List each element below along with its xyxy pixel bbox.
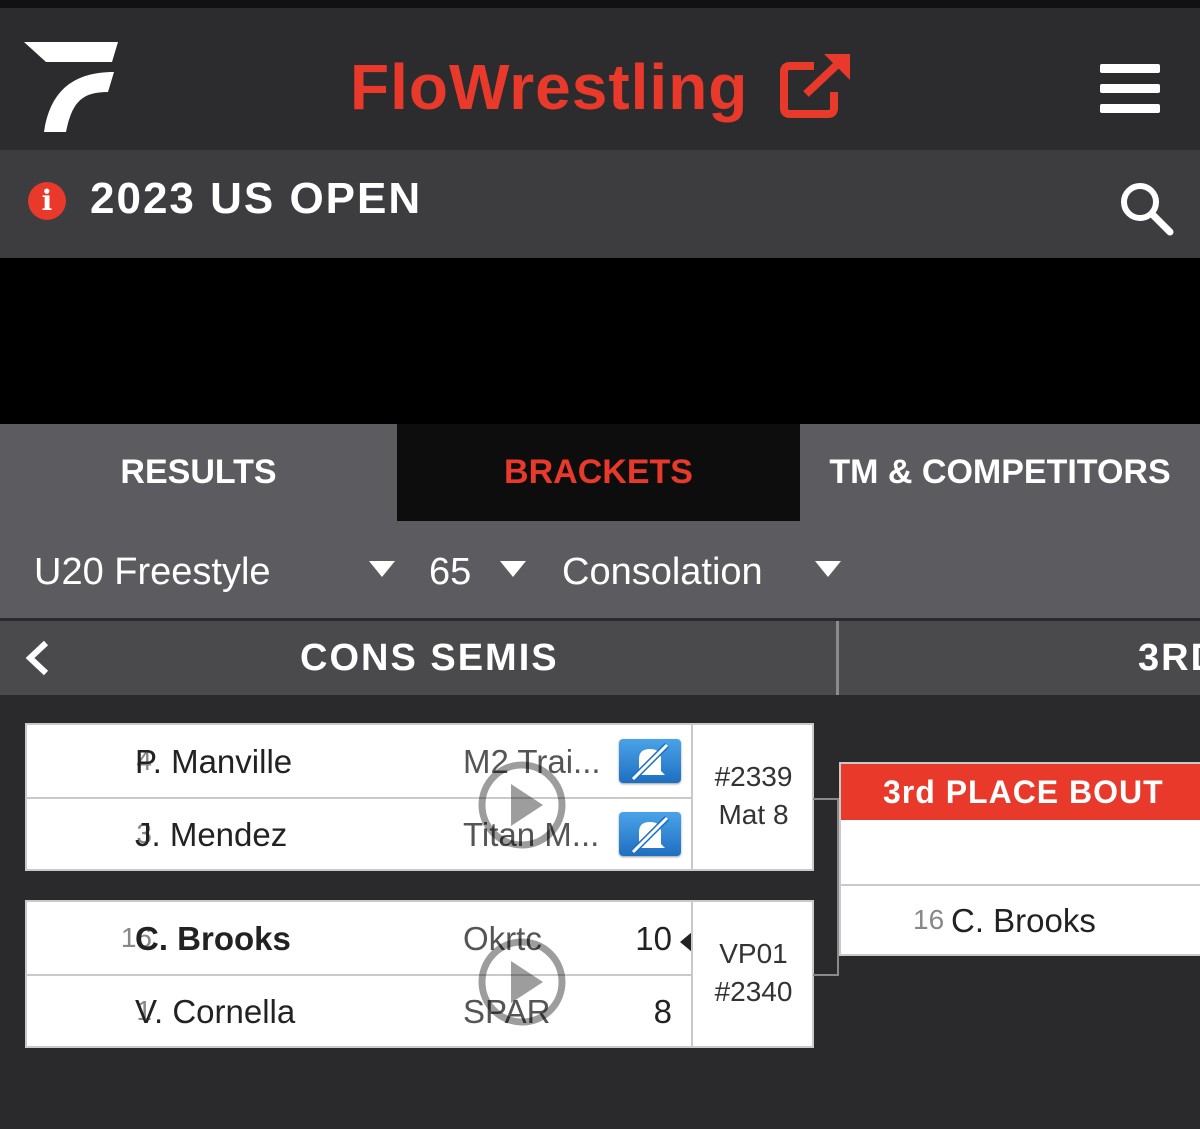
bout-row: 1 V. Cornella SPAR 8 [27, 975, 692, 1047]
search-icon[interactable] [1118, 180, 1174, 236]
bracket-select[interactable]: Consolation [562, 551, 763, 594]
score: 10 [635, 920, 672, 957]
bout-row: 16 C. Brooks Okrtc 10 [27, 902, 692, 976]
seed: 16 [913, 904, 945, 935]
round-bar: CONS SEMIS 3RD [0, 621, 1200, 695]
chevron-down-icon[interactable] [369, 561, 395, 577]
weight-select[interactable]: 65 [429, 551, 471, 594]
bout-info: #2339 Mat 8 [691, 725, 814, 869]
wrestler-name[interactable]: V. Cornella [135, 993, 295, 1031]
bout-card-3rd-place[interactable]: 3rd PLACE BOUT 16 C. Brooks [839, 762, 1200, 956]
ad-area [0, 258, 1200, 424]
bell-off-icon[interactable] [619, 812, 681, 856]
score: 8 [653, 993, 672, 1030]
filter-bar: U20 Freestyle 65 Consolation [0, 521, 1200, 621]
wrestler-name[interactable]: C. Brooks [951, 902, 1096, 940]
external-link-icon[interactable] [780, 52, 854, 118]
round-current: CONS SEMIS [0, 621, 839, 695]
chevron-down-icon[interactable] [500, 561, 526, 577]
wrestler-name[interactable]: C. Brooks [135, 920, 291, 958]
bell-off-icon[interactable] [619, 739, 681, 783]
hamburger-menu-icon[interactable] [1100, 64, 1160, 114]
tab-bar: RESULTS BRACKETS TM & COMPETITORS [0, 424, 1200, 521]
mat-number: Mat 8 [718, 799, 789, 830]
bout-row [841, 820, 1200, 886]
video-code: VP01 [719, 938, 788, 969]
chevron-left-icon[interactable] [22, 639, 52, 677]
bout-header: 3rd PLACE BOUT [841, 764, 1200, 820]
bout-row: 4 P. Manville M2 Trai... [27, 725, 692, 799]
flo-logo-icon[interactable] [22, 36, 122, 136]
style-select[interactable]: U20 Freestyle [34, 551, 271, 594]
bout-row: 3 J. Mendez Titan M... [27, 798, 692, 870]
chevron-down-icon[interactable] [815, 561, 841, 577]
tab-tm-competitors[interactable]: TM & COMPETITORS [800, 424, 1200, 521]
bracket-connector [813, 798, 839, 976]
bout-card[interactable]: 4 P. Manville M2 Trai... 3 J. Mendez Tit… [25, 723, 814, 871]
event-title: 2023 US OPEN [90, 174, 423, 223]
bout-number: #2340 [714, 976, 793, 1007]
bout-number: #2339 [714, 761, 793, 792]
top-bar: FloWrestling [0, 0, 1200, 150]
bout-card[interactable]: 16 C. Brooks Okrtc 10 1 V. Cornella SPAR… [25, 900, 814, 1048]
round-next-title[interactable]: 3RD [1138, 637, 1200, 680]
bout-row: 16 C. Brooks [841, 886, 1200, 954]
info-icon[interactable]: i [28, 182, 66, 220]
brand-title[interactable]: FloWrestling [350, 50, 748, 124]
play-video-icon[interactable] [477, 760, 567, 850]
wrestler-name[interactable]: J. Mendez [135, 816, 287, 854]
wrestler-name[interactable]: P. Manville [135, 743, 292, 781]
round-title: CONS SEMIS [300, 637, 559, 679]
bout-info: VP01 #2340 [691, 902, 814, 1046]
play-video-icon[interactable] [477, 937, 567, 1027]
tab-brackets[interactable]: BRACKETS [397, 424, 800, 521]
tab-results[interactable]: RESULTS [0, 424, 397, 521]
